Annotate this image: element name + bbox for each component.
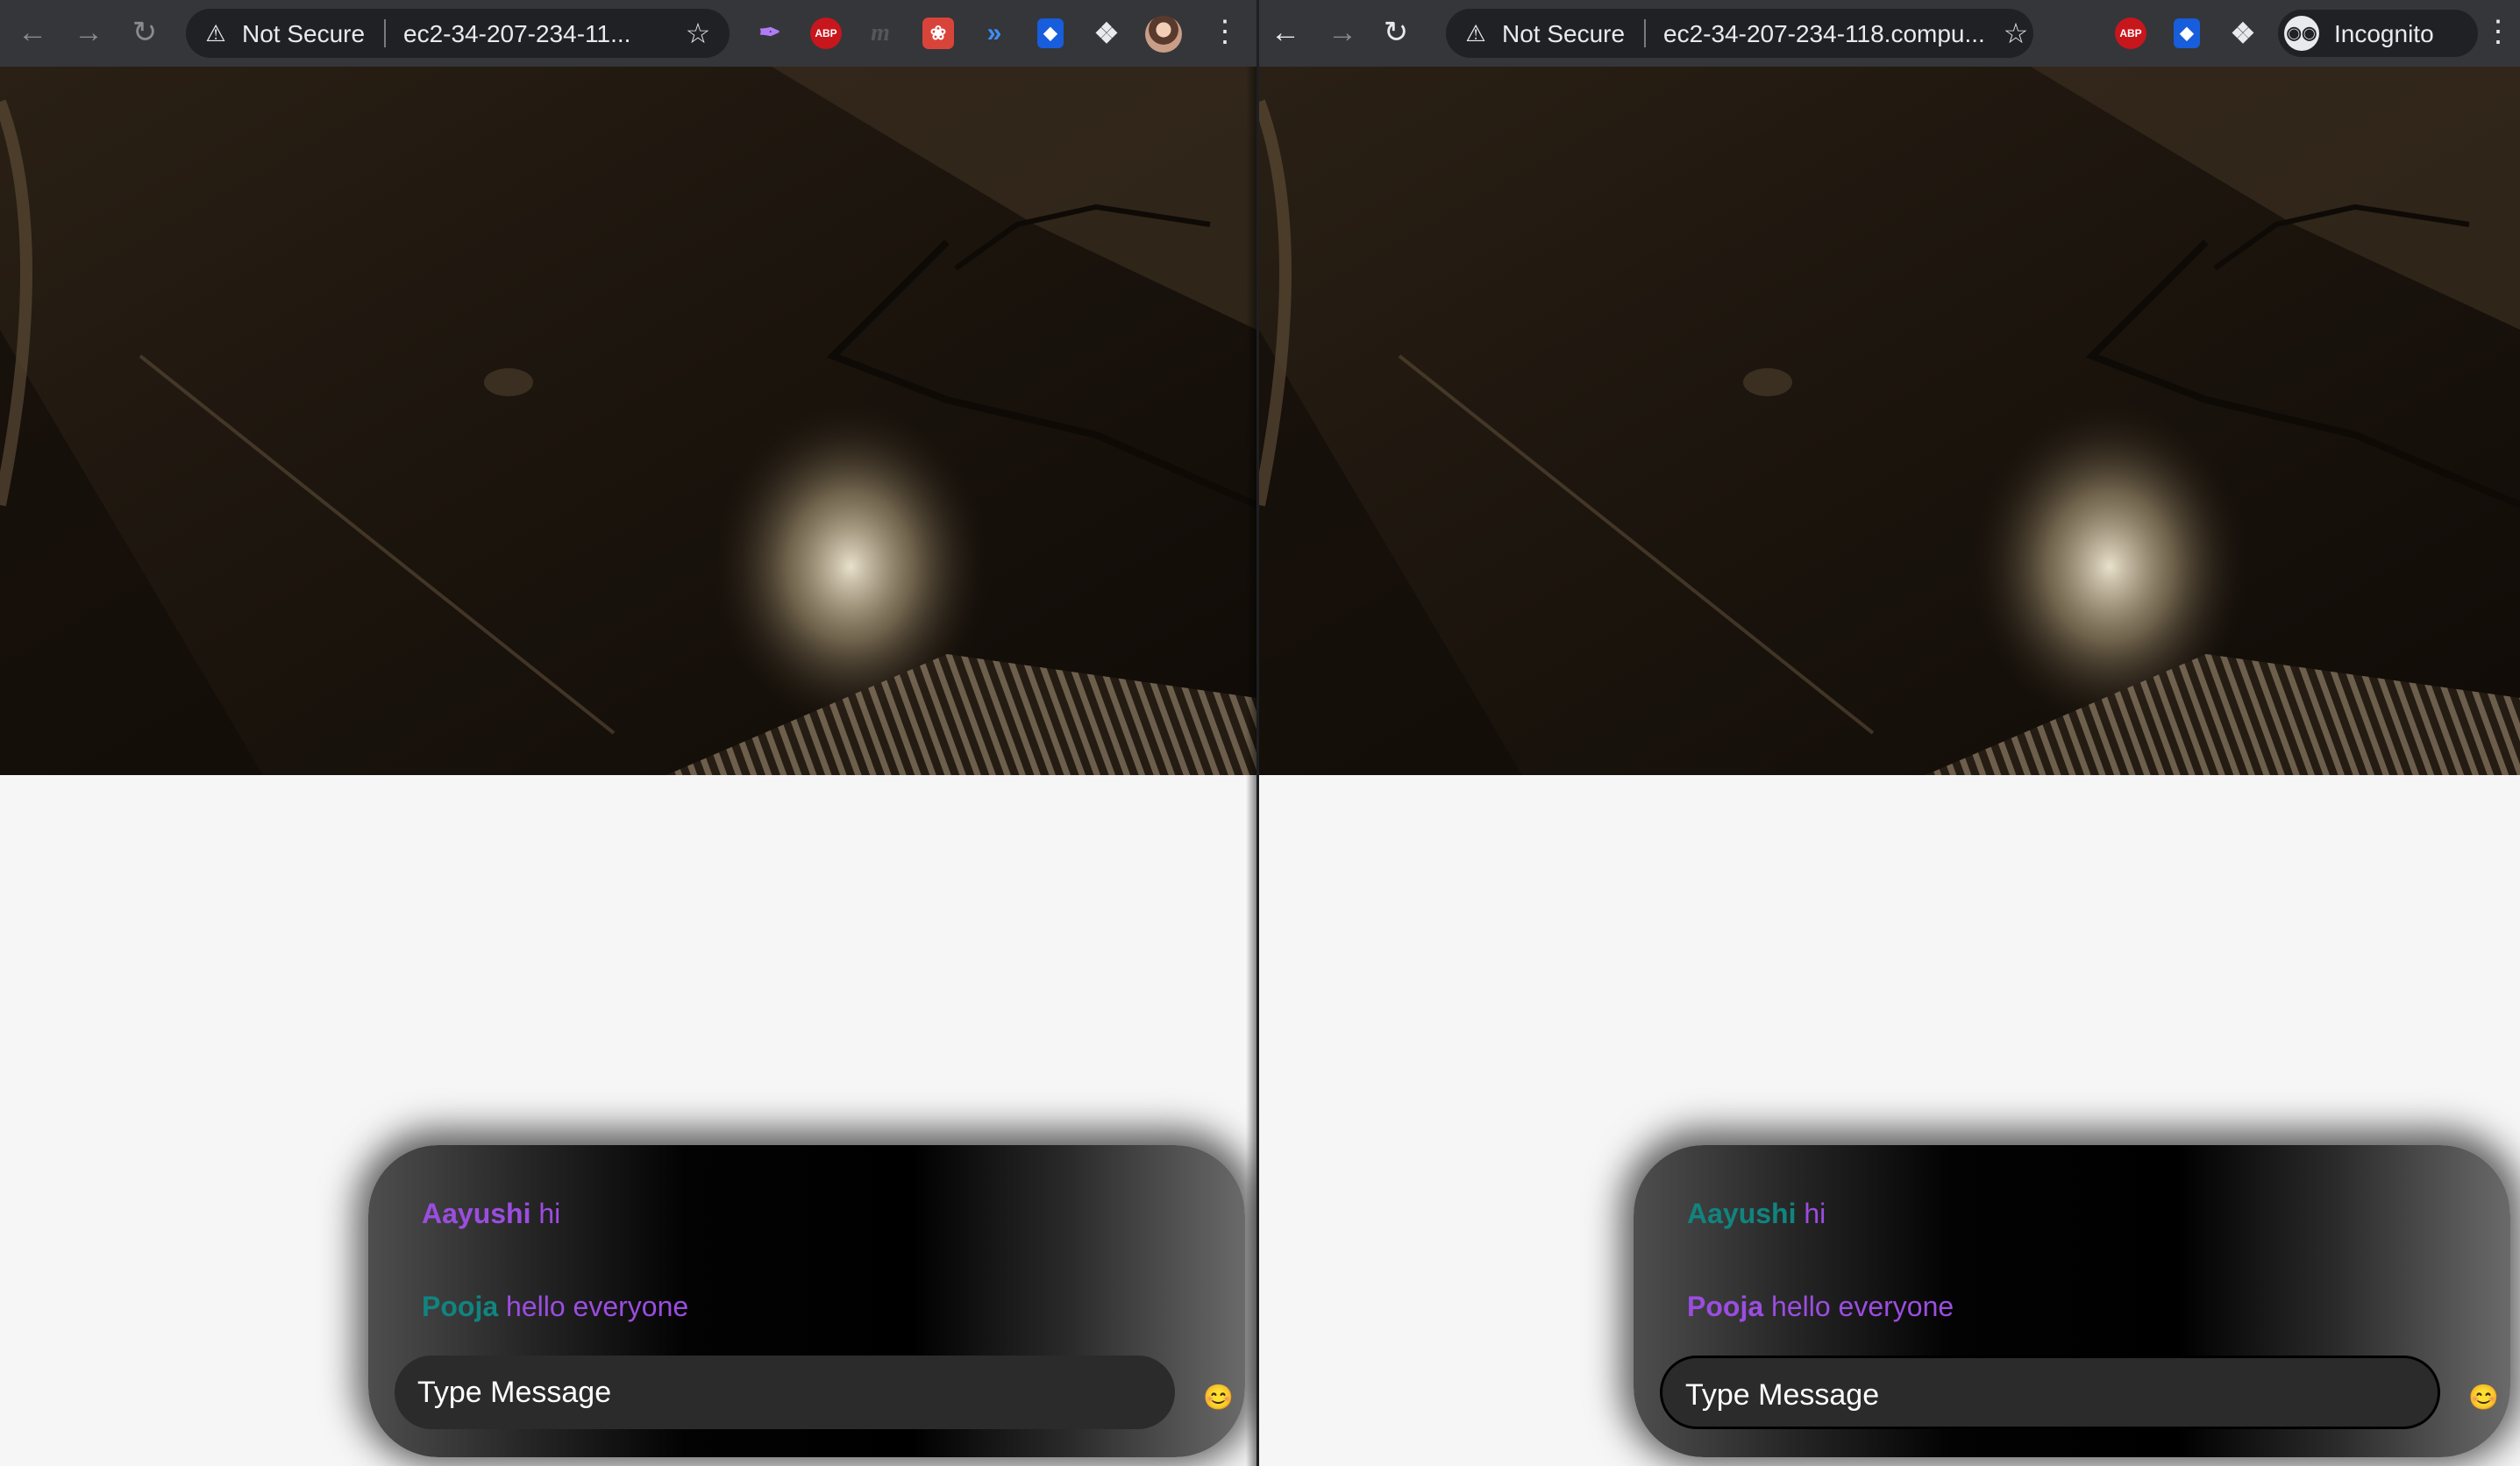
browser-toolbar: ← → ↻ ⚠ Not Secure ec2-34-207-234-118.co… xyxy=(1259,0,2520,67)
browser-window-left: ← → ↻ ⚠ Not Secure ec2-34-207-234-11... … xyxy=(0,0,1256,1466)
kebab-menu-icon[interactable]: ⋮ xyxy=(1210,14,1240,53)
message-text: hello everyone xyxy=(1771,1291,1954,1322)
star-icon[interactable]: ☆ xyxy=(2000,18,2032,49)
arrow-left-icon[interactable]: ← xyxy=(1265,12,1306,53)
reload-icon[interactable]: ↻ xyxy=(1376,12,1416,53)
message-text: hello everyone xyxy=(506,1291,689,1322)
chat-message: Aayushi hi xyxy=(1687,1196,1826,1231)
emoji-picker-icon[interactable]: 😊 xyxy=(1203,1384,1234,1412)
message-sender: Pooja xyxy=(1687,1291,1764,1322)
address-bar[interactable]: ⚠ Not Secure ec2-34-207-234-118.compu...… xyxy=(1446,9,2033,58)
m-extension-icon[interactable]: m xyxy=(865,18,896,49)
message-sender: Pooja xyxy=(422,1291,499,1322)
browser-window-right: ← → ↻ ⚠ Not Secure ec2-34-207-234-118.co… xyxy=(1259,0,2520,1466)
extensions-puzzle-icon[interactable]: ❖ xyxy=(2227,18,2259,49)
kebab-menu-icon[interactable]: ⋮ xyxy=(2483,14,2513,53)
adblock-plus-icon[interactable]: ABP xyxy=(2115,18,2146,49)
message-text: hi xyxy=(538,1198,561,1229)
chat-message: Pooja hello everyone xyxy=(1687,1289,1954,1324)
arrow-right-icon[interactable]: → xyxy=(68,12,109,53)
browser-toolbar: ← → ↻ ⚠ Not Secure ec2-34-207-234-11... … xyxy=(0,0,1256,67)
security-label[interactable]: Not Secure xyxy=(242,22,365,46)
emoji-picker-icon[interactable]: 😊 xyxy=(2468,1384,2499,1412)
adblock-plus-icon[interactable]: ABP xyxy=(810,18,842,49)
message-input[interactable]: Type Message xyxy=(1660,1356,2440,1429)
video-frame xyxy=(0,67,1256,775)
chat-message: Pooja hello everyone xyxy=(422,1289,688,1324)
message-input-placeholder: Type Message xyxy=(1685,1378,1880,1412)
url-text[interactable]: ec2-34-207-234-118.compu... xyxy=(1663,22,2005,46)
security-label[interactable]: Not Secure xyxy=(1502,22,1625,46)
omnibox-separator xyxy=(1644,19,1646,47)
incognito-label: Incognito xyxy=(2334,20,2434,47)
warning-icon: ⚠ xyxy=(205,20,226,46)
message-text: hi xyxy=(1804,1198,1826,1229)
video-player[interactable] xyxy=(0,67,1256,775)
message-sender: Aayushi xyxy=(1687,1198,1797,1229)
incognito-icon: ◉◉ xyxy=(2284,16,2319,51)
omnibox-separator xyxy=(384,19,386,47)
chevrons-extension-icon[interactable]: » xyxy=(979,18,1010,49)
chat-message: Aayushi hi xyxy=(422,1196,560,1231)
incognito-indicator[interactable]: ◉◉ Incognito xyxy=(2278,10,2478,57)
window-edge-shadow xyxy=(1246,67,1256,1466)
url-text[interactable]: ec2-34-207-234-11... xyxy=(403,22,640,46)
arrow-left-icon[interactable]: ← xyxy=(12,12,53,53)
message-sender: Aayushi xyxy=(422,1198,531,1229)
bitwarden-shield-icon[interactable]: ◆ xyxy=(2174,18,2200,48)
address-bar[interactable]: ⚠ Not Secure ec2-34-207-234-11... ☆ xyxy=(186,9,730,58)
red-extension-icon[interactable]: ❀ xyxy=(922,18,954,49)
star-icon[interactable]: ☆ xyxy=(682,18,714,49)
warning-icon: ⚠ xyxy=(1465,20,1486,46)
feather-extension-icon[interactable]: ✒ xyxy=(754,18,786,49)
chat-panel: Aayushi hi Pooja hello everyone Type Mes… xyxy=(1634,1145,2510,1457)
arrow-right-icon[interactable]: → xyxy=(1322,12,1363,53)
reload-icon[interactable]: ↻ xyxy=(125,12,165,53)
message-input[interactable]: Type Message xyxy=(395,1356,1175,1429)
extensions-puzzle-icon[interactable]: ❖ xyxy=(1091,18,1122,49)
chat-panel: Aayushi hi Pooja hello everyone Type Mes… xyxy=(368,1145,1245,1457)
profile-avatar[interactable] xyxy=(1145,16,1182,53)
bitwarden-shield-icon[interactable]: ◆ xyxy=(1037,18,1064,48)
video-player[interactable] xyxy=(1259,67,2520,775)
message-input-placeholder: Type Message xyxy=(417,1376,612,1409)
video-frame xyxy=(1259,67,2520,775)
